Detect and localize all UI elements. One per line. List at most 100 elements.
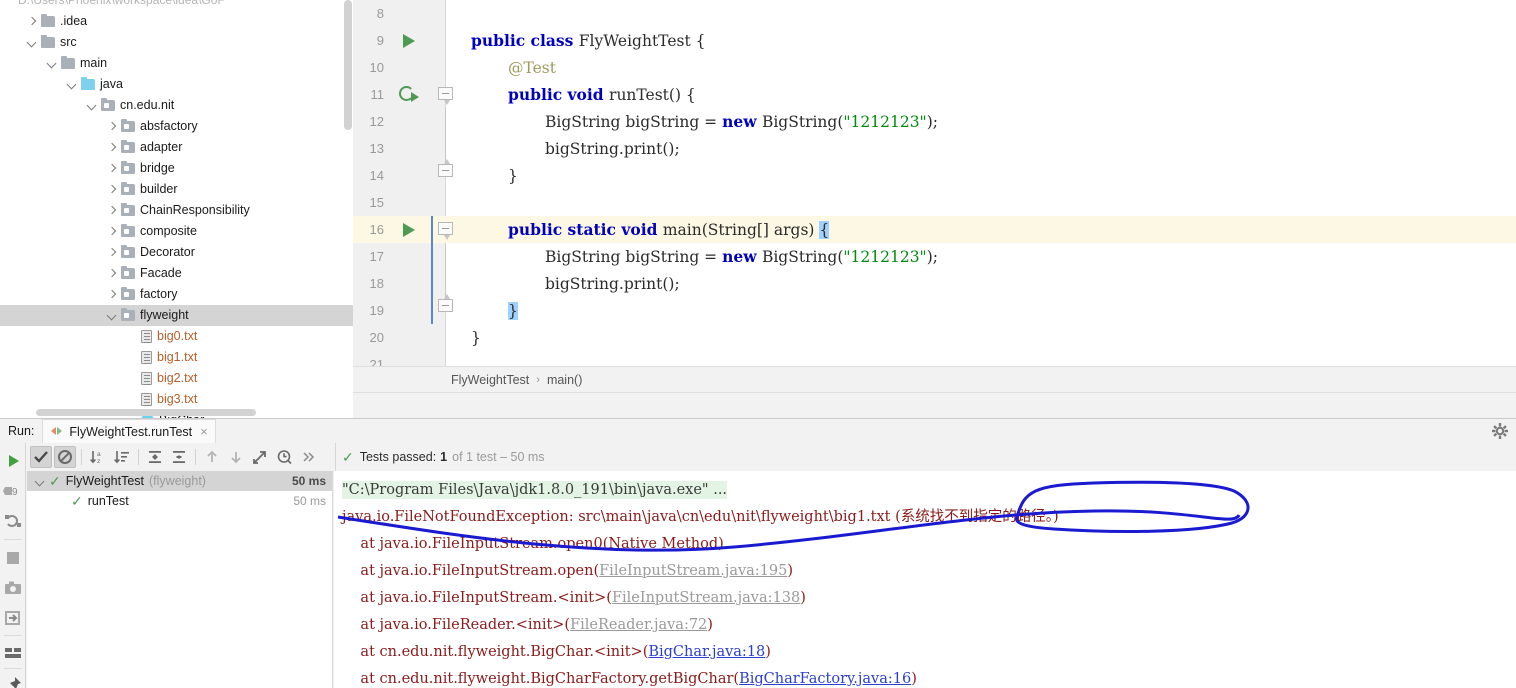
tree-node-big2-txt[interactable]: big2.txt bbox=[0, 368, 353, 389]
test-results-tree[interactable]: ✓ FlyWeightTest (flyweight) 50 ms ✓ runTest 50… bbox=[27, 471, 333, 688]
project-vertical-scrollbar[interactable] bbox=[344, 0, 352, 418]
fold-region-start-icon[interactable] bbox=[433, 216, 459, 243]
breadcrumb-class[interactable]: FlyWeightTest bbox=[451, 373, 529, 387]
rerun-icon[interactable] bbox=[3, 451, 23, 471]
code-line-18[interactable]: 18 bigString.print(); bbox=[353, 270, 1516, 297]
fold-region-start-icon[interactable] bbox=[433, 81, 459, 108]
test-result-row[interactable]: ✓ FlyWeightTest (flyweight) 50 ms bbox=[27, 471, 332, 491]
project-root-node[interactable]: D:\Users\Phoenix\workspace\idea\GoF bbox=[0, 0, 353, 11]
run-gutter-icon[interactable] bbox=[393, 27, 433, 54]
stop-icon[interactable] bbox=[3, 548, 23, 568]
pin-icon[interactable] bbox=[3, 675, 23, 688]
tree-node-src[interactable]: src bbox=[0, 32, 353, 53]
editor-scroll-area[interactable]: 8 9 public class FlyWeightTest {10 @Test 11 p… bbox=[353, 0, 1516, 392]
chevron-down-icon[interactable] bbox=[65, 78, 78, 91]
overflow-chevron-icon[interactable] bbox=[297, 446, 319, 468]
next-failed-icon[interactable] bbox=[225, 446, 247, 468]
close-icon[interactable]: × bbox=[200, 425, 208, 438]
run-left-toolbar[interactable]: 9 bbox=[0, 443, 26, 688]
test-results-toolbar[interactable]: az bbox=[27, 443, 333, 471]
tree-node-big3-txt[interactable]: big3.txt bbox=[0, 389, 353, 410]
breadcrumb-method[interactable]: main() bbox=[547, 373, 582, 387]
code-line-14[interactable]: 14} bbox=[353, 159, 1516, 189]
code-line-11[interactable]: 11 public void runTest() { bbox=[353, 81, 1516, 108]
breadcrumb[interactable]: FlyWeightTest › main() bbox=[353, 366, 1516, 392]
chevron-down-icon[interactable] bbox=[105, 309, 118, 322]
code-line-16[interactable]: 16 public static void main(String[] args)… bbox=[353, 216, 1516, 243]
stack-frame-link[interactable]: FileReader.java:72 bbox=[570, 617, 707, 633]
stack-frame-link[interactable]: FileInputStream.java:138 bbox=[612, 590, 800, 606]
fold-region-end-icon[interactable] bbox=[433, 159, 459, 189]
project-tree[interactable]: D:\Users\Phoenix\workspace\idea\GoF .idea… bbox=[0, 0, 353, 418]
project-horizontal-scrollbar[interactable] bbox=[36, 409, 256, 416]
code-line-15[interactable]: 15 bbox=[353, 189, 1516, 216]
chevron-right-icon[interactable] bbox=[105, 204, 118, 217]
tree-node-composite[interactable]: composite bbox=[0, 221, 353, 242]
test-history-icon[interactable] bbox=[273, 446, 295, 468]
console-output[interactable]: "C:\Program Files\Java\jdk1.8.0_191\bin\… bbox=[334, 471, 1516, 688]
tree-node-absfactory[interactable]: absfactory bbox=[0, 116, 353, 137]
show-ignored-icon[interactable] bbox=[54, 446, 76, 468]
chevron-right-icon[interactable] bbox=[105, 120, 118, 133]
run-test-gutter-icon[interactable] bbox=[393, 81, 433, 108]
rerun-failed-tests-icon[interactable]: 9 bbox=[3, 481, 23, 501]
code-line-9[interactable]: 9 public class FlyWeightTest { bbox=[353, 27, 1516, 54]
code-line-19[interactable]: 19} bbox=[353, 294, 1516, 324]
chevron-down-icon[interactable] bbox=[45, 57, 58, 70]
chevron-down-icon[interactable] bbox=[25, 36, 38, 49]
layout-icon[interactable] bbox=[3, 643, 23, 663]
collapse-all-icon[interactable] bbox=[168, 446, 190, 468]
sort-by-duration-icon[interactable] bbox=[111, 446, 133, 468]
tree-node-factory[interactable]: factory bbox=[0, 284, 353, 305]
code-line-12[interactable]: 12 BigString bigString = new BigString("1… bbox=[353, 108, 1516, 135]
tree-node-big0-txt[interactable]: big0.txt bbox=[0, 326, 353, 347]
chevron-right-icon[interactable] bbox=[105, 246, 118, 259]
tree-node-java[interactable]: java bbox=[0, 74, 353, 95]
chevron-right-icon[interactable] bbox=[105, 225, 118, 238]
chevron-right-icon[interactable] bbox=[25, 15, 38, 28]
screenshot-icon[interactable] bbox=[3, 578, 23, 598]
tree-node-chainresponsibility[interactable]: ChainResponsibility bbox=[0, 200, 353, 221]
chevron-right-icon[interactable] bbox=[105, 183, 118, 196]
tree-node-bridge[interactable]: bridge bbox=[0, 158, 353, 179]
tree-node-adapter[interactable]: adapter bbox=[0, 137, 353, 158]
code-line-20[interactable]: 20} bbox=[353, 324, 1516, 351]
sort-alphabetically-icon[interactable]: az bbox=[87, 446, 109, 468]
scrollbar-thumb[interactable] bbox=[344, 0, 352, 130]
code-line-10[interactable]: 10 @Test bbox=[353, 54, 1516, 81]
tree-node--idea[interactable]: .idea bbox=[0, 11, 353, 32]
run-tab[interactable]: FlyWeightTest.runTest × bbox=[42, 419, 216, 443]
chevron-right-icon[interactable] bbox=[105, 288, 118, 301]
gear-icon[interactable] bbox=[1491, 422, 1509, 440]
export-icon[interactable] bbox=[3, 608, 23, 628]
stack-frame-link[interactable]: BigCharFactory.java:16 bbox=[739, 671, 911, 687]
chevron-down-icon[interactable] bbox=[85, 99, 98, 112]
tree-node-facade[interactable]: Facade bbox=[0, 263, 353, 284]
test-result-row[interactable]: ✓ runTest 50 ms bbox=[27, 491, 332, 511]
tree-node-flyweight[interactable]: flyweight bbox=[0, 305, 353, 326]
tree-node-decorator[interactable]: Decorator bbox=[0, 242, 353, 263]
code-editor[interactable]: 8 9 public class FlyWeightTest {10 @Test 11 p… bbox=[353, 0, 1516, 418]
code-line-8[interactable]: 8 bbox=[353, 0, 1516, 27]
code-lines[interactable]: 8 9 public class FlyWeightTest {10 @Test 11 p… bbox=[353, 0, 1516, 378]
chevron-down-icon[interactable] bbox=[33, 475, 46, 488]
code-line-17[interactable]: 17 BigString bigString = new BigString("1… bbox=[353, 243, 1516, 270]
run-gutter-icon[interactable] bbox=[393, 216, 433, 243]
export-results-icon[interactable] bbox=[249, 446, 271, 468]
code-line-13[interactable]: 13 bigString.print(); bbox=[353, 135, 1516, 162]
restart-icon[interactable] bbox=[3, 511, 23, 531]
tree-node-main[interactable]: main bbox=[0, 53, 353, 74]
stack-frame-link[interactable]: BigChar.java:18 bbox=[648, 644, 765, 660]
chevron-right-icon[interactable] bbox=[105, 141, 118, 154]
chevron-right-icon[interactable] bbox=[105, 267, 118, 280]
tree-node-builder[interactable]: builder bbox=[0, 179, 353, 200]
fold-region-end-icon[interactable] bbox=[433, 294, 459, 324]
tree-node-cn-edu-nit[interactable]: cn.edu.nit bbox=[0, 95, 353, 116]
chevron-right-icon[interactable] bbox=[105, 162, 118, 175]
console-lines[interactable]: "C:\Program Files\Java\jdk1.8.0_191\bin\… bbox=[342, 477, 1516, 688]
show-passed-icon[interactable] bbox=[30, 446, 52, 468]
project-tree-panel[interactable]: D:\Users\Phoenix\workspace\idea\GoF .idea… bbox=[0, 0, 353, 418]
stack-frame-link[interactable]: FileInputStream.java:195 bbox=[599, 563, 787, 579]
expand-all-icon[interactable] bbox=[144, 446, 166, 468]
tree-node-big1-txt[interactable]: big1.txt bbox=[0, 347, 353, 368]
